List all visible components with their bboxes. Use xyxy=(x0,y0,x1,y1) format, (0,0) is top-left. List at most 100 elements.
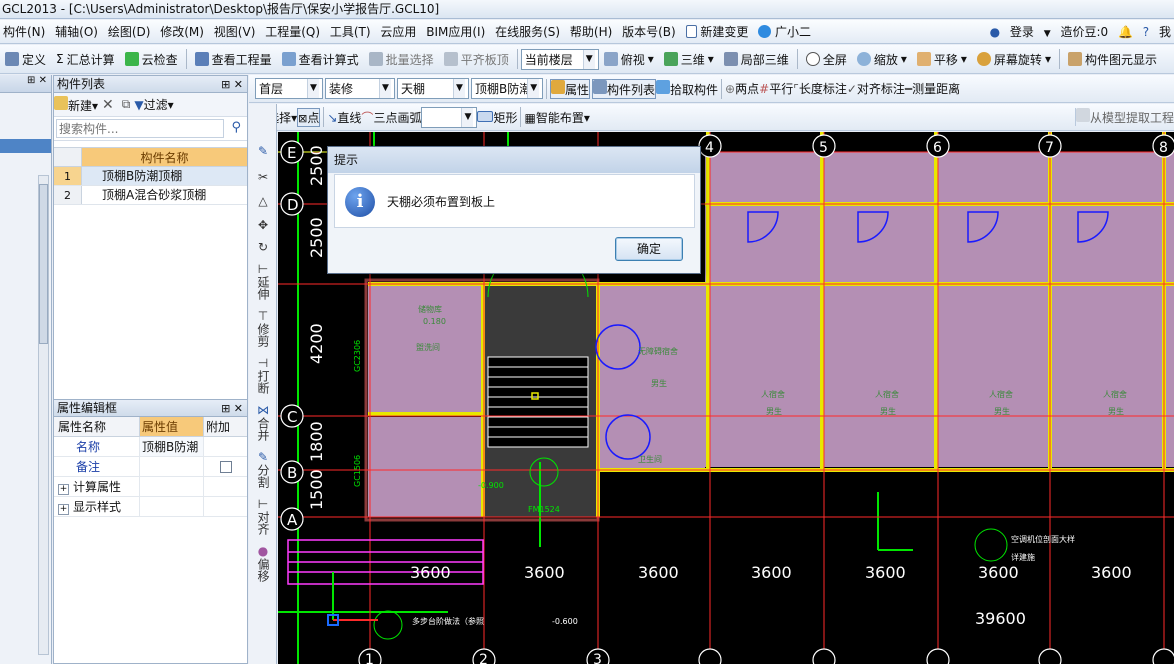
view-quantity-button[interactable]: 查看工程量 xyxy=(190,48,277,70)
top-view-button[interactable]: 俯视 ▾ xyxy=(599,48,659,70)
question-icon[interactable]: ? xyxy=(1140,20,1152,44)
menu-version[interactable]: 版本号(B) xyxy=(619,20,679,44)
axis-top-5: 5 xyxy=(819,140,828,156)
length-mark-button[interactable]: ⌜长度标注 xyxy=(793,80,847,97)
property-row-remark[interactable]: 备注 xyxy=(54,457,247,477)
arc-mode-select[interactable]: ▼ xyxy=(421,106,478,128)
extend-button[interactable]: ⊢ 延伸 xyxy=(249,262,277,303)
menu-quantity[interactable]: 工程量(Q) xyxy=(262,20,323,44)
me-link[interactable]: 我 xyxy=(1156,20,1174,44)
menu-cloud[interactable]: 云应用 xyxy=(377,20,419,44)
menu-draw[interactable]: 绘图(D) xyxy=(105,20,154,44)
menu-help[interactable]: 帮助(H) xyxy=(567,20,615,44)
label-storage: 储物库 xyxy=(418,304,442,314)
dialog-message: 天棚必须布置到板上 xyxy=(387,195,496,209)
type-select[interactable]: 天棚 ▼ xyxy=(397,78,469,99)
property-group-display[interactable]: + 显示样式 xyxy=(54,497,247,517)
define-button[interactable]: 定义 xyxy=(0,48,51,70)
table-row[interactable]: 1 顶棚B防潮顶棚 xyxy=(54,167,247,186)
menu-view[interactable]: 视图(V) xyxy=(211,20,259,44)
scissors-icon[interactable]: ✂ xyxy=(249,170,277,184)
align-button[interactable]: ⊢ 对齐 xyxy=(249,497,277,538)
zoom-button[interactable]: 缩放 ▾ xyxy=(852,48,912,70)
rotate-tool-icon[interactable]: ↻ xyxy=(249,240,277,254)
ok-button[interactable]: 确定 xyxy=(615,237,683,261)
split-button[interactable]: ✎ 分割 xyxy=(249,450,277,491)
component-list-button[interactable]: 构件列表 xyxy=(592,78,657,99)
property-group-calc[interactable]: + 计算属性 xyxy=(54,477,247,497)
copy-icon[interactable]: ⧉ xyxy=(118,97,135,112)
attach-checkbox[interactable] xyxy=(220,461,232,473)
bell-icon[interactable]: 🔔 xyxy=(1115,20,1136,44)
line-button[interactable]: ↘直线 xyxy=(327,109,361,126)
category-select[interactable]: 装修 ▼ xyxy=(325,78,395,99)
brush-icon[interactable]: ✎ xyxy=(249,144,277,158)
menu-bim[interactable]: BIM应用(I) xyxy=(423,20,488,44)
menu-online[interactable]: 在线服务(S) xyxy=(492,20,563,44)
navigation-selected-row[interactable] xyxy=(0,139,51,153)
parallel-button[interactable]: #平行 xyxy=(759,80,793,97)
table-row[interactable]: 2 顶棚A混合砂浆顶棚 xyxy=(54,186,247,205)
trim-button[interactable]: ⊤ 修剪 xyxy=(249,309,277,350)
pin-icon[interactable]: ⊞ xyxy=(221,78,230,91)
new-component-button[interactable]: 新建▾ xyxy=(54,95,98,114)
close-icon[interactable]: ✕ xyxy=(234,78,243,91)
summary-button[interactable]: Σ 汇总计算 xyxy=(51,48,120,70)
smart-layout-button[interactable]: ▦智能布置▾ xyxy=(524,109,589,126)
component-search-input[interactable] xyxy=(56,119,224,138)
properties-button[interactable]: 属性 xyxy=(550,78,591,99)
toolbar-separator xyxy=(185,49,187,69)
merge-button[interactable]: ⋈ 合并 xyxy=(249,403,277,444)
pick-component-button[interactable]: 拾取构件 xyxy=(656,79,718,98)
extract-model-button[interactable]: 从模型提取工程 xyxy=(1074,108,1174,126)
pin-icon[interactable]: ⊞ xyxy=(27,75,35,86)
point-button[interactable]: ⊠点 xyxy=(297,107,321,127)
rect-button[interactable]: 矩形 xyxy=(477,109,517,126)
expand-icon[interactable]: + xyxy=(58,504,69,515)
menu-modify[interactable]: 修改(M) xyxy=(157,20,207,44)
two-points-button[interactable]: ⊕两点 xyxy=(725,80,759,97)
align-mark-button[interactable]: ✓对齐标注 xyxy=(847,80,905,97)
axis-bottom-1: 1 xyxy=(365,652,374,664)
dim-x-5: 3600 xyxy=(865,563,906,582)
break-button[interactable]: ⊣ 打断 xyxy=(249,356,277,397)
menu-new-change[interactable]: 新建变更 xyxy=(683,20,752,44)
three-point-arc-button[interactable]: ⌒三点画弧 xyxy=(361,109,421,126)
search-icon[interactable]: ⚲ xyxy=(231,120,241,135)
close-icon[interactable]: ✕ xyxy=(39,75,47,86)
mirror-icon[interactable]: △ xyxy=(249,194,277,208)
cloud-check-button[interactable]: 云检查 xyxy=(120,48,183,70)
move-icon[interactable]: ✥ xyxy=(249,218,277,232)
login-dropdown-icon[interactable]: ▼ xyxy=(1041,22,1054,46)
batch-select-button[interactable]: 批量选择 xyxy=(364,48,439,70)
view-formula-button[interactable]: 查看计算式 xyxy=(277,48,364,70)
partial-3d-button[interactable]: 局部三维 xyxy=(719,48,794,70)
menu-tools[interactable]: 工具(T) xyxy=(327,20,374,44)
navigation-scrollbar[interactable] xyxy=(38,175,49,655)
offset-button[interactable]: ● 偏移 xyxy=(249,544,277,585)
measure-button[interactable]: ━测量距离 xyxy=(905,80,960,97)
expand-icon[interactable]: + xyxy=(58,484,69,495)
component-select[interactable]: 顶棚B防潮 ▼ xyxy=(471,78,543,99)
split-icon: ✎ xyxy=(257,450,269,464)
property-row-name[interactable]: 名称 顶棚B防潮 xyxy=(54,437,247,457)
pin-icon[interactable]: ⊞ xyxy=(221,402,230,415)
menu-assistant[interactable]: 广小二 xyxy=(755,20,814,44)
flush-slab-button[interactable]: 平齐板顶 xyxy=(439,48,514,70)
floor-view-select[interactable]: 当前楼层 ▼ xyxy=(520,48,599,70)
dialog-title-bar: 提示 xyxy=(328,147,700,173)
pan-button[interactable]: 平移 ▾ xyxy=(912,48,972,70)
scrollbar-thumb[interactable] xyxy=(39,184,48,344)
login-link[interactable]: 登录 xyxy=(1007,20,1037,44)
three-d-button[interactable]: 三维 ▾ xyxy=(659,48,719,70)
menu-component[interactable]: 构件(N) xyxy=(0,20,48,44)
rotate-button[interactable]: 屏幕旋转 ▾ xyxy=(972,48,1056,70)
floor-select[interactable]: 首层 ▼ xyxy=(255,78,323,99)
list-icon xyxy=(593,79,608,94)
filter-button[interactable]: ▼过滤▾ xyxy=(134,96,173,113)
menu-aux-axis[interactable]: 辅轴(O) xyxy=(52,20,101,44)
full-screen-button[interactable]: 全屏 xyxy=(801,48,852,70)
delete-icon[interactable]: ✕ xyxy=(98,97,118,113)
component-display-button[interactable]: 构件图元显示 xyxy=(1063,48,1162,70)
close-icon[interactable]: ✕ xyxy=(234,402,243,415)
